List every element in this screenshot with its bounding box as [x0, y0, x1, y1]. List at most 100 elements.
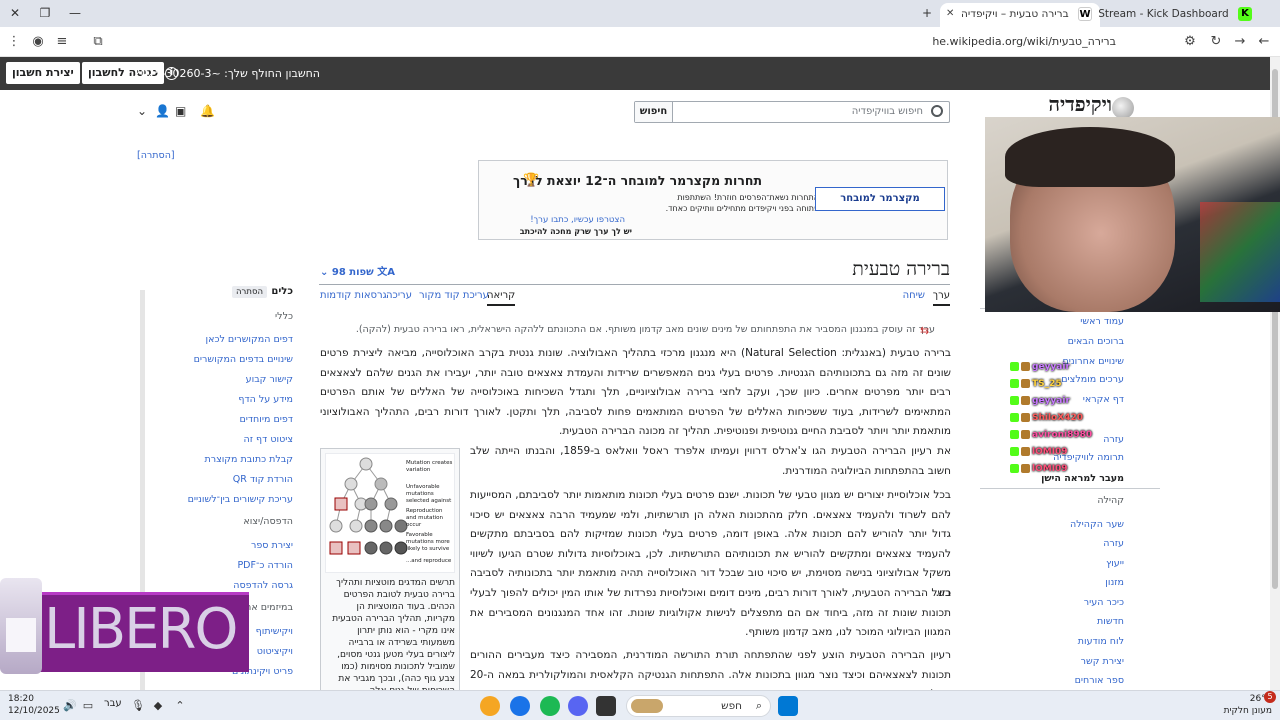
tools-hide-button[interactable]: הסתרה	[232, 286, 268, 298]
tools-item[interactable]: קבלת כתובת מקוצרת	[204, 454, 293, 465]
wikipedia-wordmark[interactable]: ויקיפדיה	[1048, 92, 1112, 117]
diagram-label: Mutation creates variation	[406, 460, 453, 473]
tab-title: ברירה טבעית – ויקיפדיה	[961, 8, 1069, 20]
new-tab-icon[interactable]: +	[912, 0, 942, 27]
input-language[interactable]: עבר	[104, 698, 122, 709]
taskbar-app-icon[interactable]	[480, 696, 500, 716]
tools-item[interactable]: הורדה כ־PDF	[237, 560, 293, 571]
contest-banner: תחרות מקצרמר למובחר ה־12 יוצאת לדרך 🏆 הת…	[478, 160, 948, 240]
menu-icon[interactable]: ⋮	[4, 32, 24, 52]
taskbar-search[interactable]: חפש ⌕	[626, 695, 771, 717]
search-input[interactable]: חיפוש בוויקיפדיה	[852, 102, 923, 122]
wikipedia-globe-logo[interactable]	[1112, 97, 1134, 119]
reload-icon[interactable]: ↻	[1206, 32, 1226, 52]
tab-wikipedia[interactable]: W ברירה טבעית – ויקיפדיה ✕	[940, 3, 1100, 27]
start-icon[interactable]	[778, 696, 798, 716]
volume-icon[interactable]: 🔊	[62, 698, 78, 714]
watchlist-icon[interactable]: ▣	[175, 104, 186, 118]
banner-join-link[interactable]: הצטרפו עכשיו, כתבו ערך!	[530, 215, 625, 225]
search-button[interactable]: חיפוש	[635, 102, 673, 122]
chat-username: lOMI09	[1032, 447, 1068, 457]
tab-edit-source[interactable]: עריכת קוד מקור	[419, 290, 489, 301]
diagram-label: ...and reproduce	[406, 558, 452, 564]
kick-badge-icon	[1010, 464, 1019, 473]
close-tab-icon[interactable]: ✕	[946, 3, 954, 25]
notifications-bell-icon[interactable]: 🔔	[200, 104, 215, 118]
close-window-button[interactable]: ✕	[0, 0, 30, 27]
user-menu-icon[interactable]: 👤	[155, 104, 170, 118]
back-icon[interactable]: ←	[1254, 32, 1274, 52]
tools-item[interactable]: הורדת קוד QR	[233, 474, 293, 485]
windows-taskbar: 18:20 12/10/2025 🔊 ▭ עבר 🎙 ◆ ⌃ חפש ⌕ 26°…	[0, 690, 1280, 720]
clock-time: 18:20	[8, 694, 34, 704]
tab-edit[interactable]: עריכה	[386, 290, 412, 301]
sub-badge-icon	[1021, 464, 1030, 473]
kick-badge-icon	[1010, 447, 1019, 456]
address-bar[interactable]: he.wikipedia.org/wiki/ברירה_טבעית ⚙	[118, 30, 1200, 54]
banner-title: תחרות מקצרמר למובחר ה־12 יוצאת לדרך	[512, 173, 762, 188]
chat-message: lOMI09	[1010, 447, 1068, 461]
chevron-down-icon[interactable]: ⌄	[137, 104, 147, 118]
tools-item[interactable]: עריכת קישורים בין־לשוניים	[188, 494, 293, 505]
file-explorer-icon[interactable]	[596, 696, 616, 716]
tools-heading: כלים	[271, 286, 293, 297]
trophy-icon: 🏆	[523, 173, 540, 188]
language-selector[interactable]: ⌄ 98 שפות 文A	[320, 263, 395, 278]
figure-caption: תרשים המדגים מוטציות ותהליך ברירה טבעית …	[332, 578, 455, 690]
network-icon[interactable]: ▭	[80, 698, 96, 714]
spotify-icon[interactable]	[540, 696, 560, 716]
tab-article[interactable]: ערך	[932, 290, 950, 306]
tools-item[interactable]: קישור קבוע	[246, 374, 293, 385]
nav-item[interactable]: עמוד ראשי	[1080, 316, 1124, 327]
tray-app-icon[interactable]: ◆	[150, 698, 166, 714]
tools-item[interactable]: ויקיציטוט	[257, 646, 293, 657]
tools-item[interactable]: מידע על הדף	[238, 394, 293, 405]
site-settings-icon[interactable]: ⚙	[1180, 32, 1200, 52]
profile-icon[interactable]: ◉	[28, 32, 48, 52]
create-account-button[interactable]: יצירת חשבון	[6, 62, 80, 84]
nav-item[interactable]: חדשות	[1097, 616, 1124, 627]
search-icon: ⌕	[755, 699, 762, 712]
clock[interactable]: 18:20 12/10/2025	[8, 693, 60, 717]
kick-badge-icon	[1010, 362, 1019, 371]
nav-item[interactable]: לוח מודעות	[1078, 636, 1124, 647]
nav-item[interactable]: עזרה	[1103, 538, 1124, 549]
tools-item[interactable]: שינויים בדפים המקושרים	[194, 354, 293, 365]
tools-section-print: הדפסה/יצוא	[243, 516, 293, 527]
kick-badge-icon	[1010, 413, 1019, 422]
minimize-window-button[interactable]: —	[60, 0, 90, 27]
tray-expand-icon[interactable]: ⌃	[172, 698, 188, 714]
kick-favicon-icon: K	[1238, 7, 1252, 21]
restore-window-button[interactable]: ❐	[30, 0, 60, 27]
tools-item[interactable]: ויקישיתוף	[256, 626, 293, 637]
mutation-diagram-image[interactable]: Mutation creates variation Unfavorable m…	[325, 453, 455, 573]
hide-banner-link[interactable]: [הסתרה]	[137, 150, 175, 161]
tools-section-general: כללי	[275, 311, 293, 322]
nav-item[interactable]: כיכר העיר	[1084, 597, 1124, 608]
nav-item[interactable]: ברוכים הבאים	[1068, 336, 1124, 347]
tools-item[interactable]: דפים מיוחדים	[239, 414, 293, 425]
chrome-icon[interactable]	[510, 696, 530, 716]
tab-history[interactable]: גרסאות קודמות	[320, 290, 387, 301]
nav-item[interactable]: ספר אורחים	[1075, 675, 1124, 686]
wikipedia-favicon-icon: W	[1078, 7, 1092, 21]
nav-item[interactable]: ייעוץ	[1106, 558, 1124, 569]
reading-list-icon[interactable]: ≡	[52, 32, 72, 52]
tools-item[interactable]: דפים המקושרים לכאן	[206, 334, 293, 345]
microphone-icon[interactable]: 🎙	[130, 698, 146, 714]
nav-item[interactable]: שער הקהילה	[1070, 519, 1124, 530]
discord-icon[interactable]	[568, 696, 588, 716]
forward-icon[interactable]: →	[1230, 32, 1250, 52]
tools-item[interactable]: יצירת ספר	[251, 540, 293, 551]
kick-badge-icon	[1010, 379, 1019, 388]
tab-read[interactable]: קריאה	[487, 290, 516, 306]
tab-talk[interactable]: שיחה	[903, 290, 925, 301]
nav-item[interactable]: יצירת קשר	[1081, 656, 1124, 667]
tab-kick-dashboard[interactable]: K Stream - Kick Dashboard	[1098, 3, 1260, 27]
sub-badge-icon	[1021, 379, 1030, 388]
extensions-icon[interactable]: ⧉	[88, 32, 108, 52]
tools-item[interactable]: ציטוט דף זה	[244, 434, 293, 445]
nav-item[interactable]: מזנון	[1105, 577, 1124, 588]
temp-account-notice: החשבון החולף שלך: ~2025-30260-3	[133, 67, 320, 80]
url-text: he.wikipedia.org/wiki/ברירה_טבעית	[932, 35, 1116, 48]
